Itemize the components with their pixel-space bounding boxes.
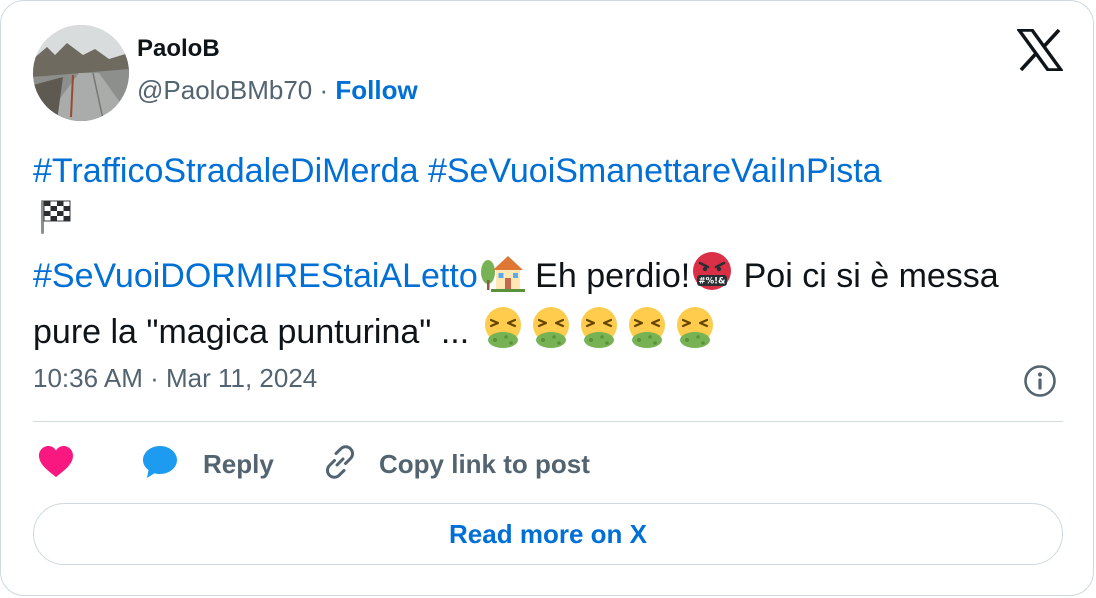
face-vomiting-icon: [672, 306, 718, 362]
tweet-card: PaoloB @PaoloBMb70 · Follow #TrafficoStr…: [0, 0, 1094, 596]
face-vomiting-icon: [624, 306, 670, 362]
face-vomiting-icon: [480, 306, 526, 362]
handle-separator: ·: [319, 75, 329, 105]
divider: [33, 421, 1063, 422]
reply-bubble-icon: [141, 444, 179, 485]
hashtag-link[interactable]: #TrafficoStradaleDiMerda: [33, 152, 419, 190]
x-logo-icon[interactable]: [1015, 28, 1065, 72]
timestamp-separator: ·: [142, 363, 166, 393]
copy-link-button[interactable]: Copy link to post: [321, 441, 590, 487]
heart-icon: [37, 444, 75, 485]
tweet-timestamp[interactable]: 10:36 AM · Mar 11, 2024: [33, 363, 317, 394]
read-more-button[interactable]: Read more on X: [33, 503, 1063, 565]
house-with-garden-icon: [479, 250, 525, 306]
author-name[interactable]: PaoloB: [137, 35, 220, 63]
tweet-text-segment: Eh perdio!: [525, 256, 691, 295]
avatar[interactable]: [33, 25, 129, 121]
face-vomiting-icon: [576, 306, 622, 362]
face-vomiting-icon: [528, 306, 574, 362]
chequered-flag-icon: [34, 196, 74, 250]
svg-text:#%!&: #%!&: [699, 277, 727, 287]
link-icon: [321, 443, 359, 486]
tweet-text: #TrafficoStradaleDiMerda #SeVuoiSmanetta…: [33, 147, 1073, 362]
hashtag-link[interactable]: #SeVuoiSmanettareVaiInPista: [428, 152, 882, 190]
reply-button[interactable]: Reply: [141, 441, 274, 487]
like-button[interactable]: [37, 441, 75, 487]
face-with-symbols-on-mouth-icon: #%!&: [691, 250, 733, 306]
tweet-date: Mar 11, 2024: [165, 363, 318, 393]
copy-link-label: Copy link to post: [379, 448, 590, 479]
author-handle[interactable]: @PaoloBMb70: [137, 75, 312, 105]
follow-button[interactable]: Follow: [335, 75, 417, 105]
author-handle-row: @PaoloBMb70 · Follow: [137, 75, 418, 106]
hashtag-link[interactable]: #SeVuoiDORMIREStaiALetto: [33, 257, 478, 295]
tweet-time: 10:36 AM: [33, 363, 143, 393]
reply-label: Reply: [203, 448, 274, 479]
info-icon[interactable]: [1023, 364, 1057, 398]
